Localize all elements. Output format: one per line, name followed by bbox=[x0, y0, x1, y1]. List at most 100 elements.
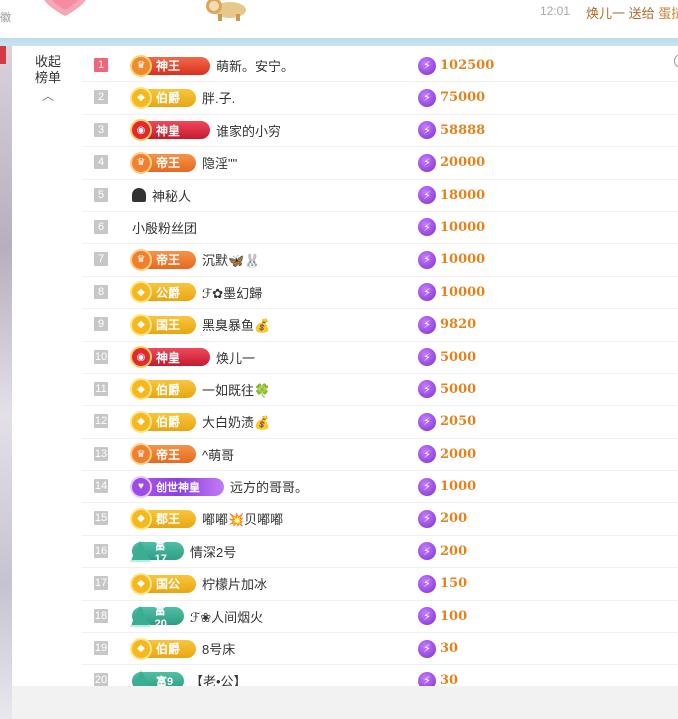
contribution-score: 5000 bbox=[440, 381, 477, 397]
contribution-score: 102500 bbox=[440, 58, 495, 73]
collapse-ranking-button[interactable]: 收起 榜单 ︿ bbox=[34, 54, 62, 104]
contribution-score: 200 bbox=[440, 543, 468, 559]
score-cell: ⚡ 150 bbox=[418, 568, 467, 599]
username[interactable]: 8号床 bbox=[202, 639, 235, 658]
user-info: ◆ 伯爵 大白奶渍💰 bbox=[130, 406, 270, 437]
rank-number: 2 bbox=[94, 90, 108, 105]
rank-number: 9 bbox=[94, 317, 108, 332]
ranking-row[interactable]: 12 ◆ 伯爵 大白奶渍💰 ⚡ 2050 bbox=[82, 406, 678, 439]
badge-label: 公爵 bbox=[156, 285, 181, 300]
username[interactable]: 嘟嘟💥贝嘟嘟 bbox=[202, 509, 283, 528]
username[interactable]: 情深2号 bbox=[190, 542, 236, 561]
level-badge: ♛ 帝王 bbox=[130, 248, 196, 271]
username[interactable]: 谁家的小穷 bbox=[216, 121, 281, 140]
score-cell: ⚡ 2000 bbox=[418, 439, 476, 470]
lightning-icon: ⚡ bbox=[418, 509, 436, 528]
mystery-person-icon bbox=[132, 188, 146, 203]
ranking-row[interactable]: 17 ◆ 国公 柠檬片加冰 ⚡ 150 bbox=[82, 568, 678, 601]
score-cell: ⚡ 9820 bbox=[418, 309, 476, 340]
ranking-row[interactable]: 1 ♛ 神王 萌新。安宁。 ⚡ 102500 bbox=[82, 50, 678, 83]
chevron-up-icon: ︿ bbox=[41, 89, 54, 103]
badge-emblem-icon bbox=[130, 605, 151, 628]
level-badge: ◆ 郡王 bbox=[130, 507, 196, 530]
user-info: ♛ 帝王 沉默🦋🐰 bbox=[130, 244, 260, 275]
user-info: ♛ 神王 萌新。安宁。 bbox=[130, 50, 294, 81]
header-divider bbox=[0, 38, 678, 46]
contribution-score: 20000 bbox=[440, 155, 486, 171]
username[interactable]: 焕儿一 bbox=[216, 348, 255, 367]
badge-emblem-icon: ◆ bbox=[130, 572, 152, 595]
ranking-row[interactable]: 11 ◆ 伯爵 一如既往🍀 ⚡ 5000 bbox=[82, 374, 678, 407]
ranking-row[interactable]: 16 富17 情深2号 ⚡ 200 bbox=[82, 536, 678, 569]
lightning-icon: ⚡ bbox=[418, 380, 436, 399]
username[interactable]: 远方的哥哥。 bbox=[230, 477, 308, 496]
lightning-icon: ⚡ bbox=[418, 218, 436, 237]
background-photo-strip bbox=[0, 46, 12, 719]
lightning-icon: ⚡ bbox=[418, 639, 436, 658]
ranking-row[interactable]: 5 神秘人 ⚡ 18000 bbox=[82, 180, 678, 212]
contribution-score: 10000 bbox=[440, 252, 486, 268]
score-cell: ⚡ 2050 bbox=[418, 406, 476, 437]
gift-sender[interactable]: 焕儿一 bbox=[586, 6, 625, 21]
lightning-icon: ⚡ bbox=[418, 574, 436, 593]
username[interactable]: 萌新。安宁。 bbox=[216, 56, 294, 75]
gift-receiver[interactable]: 蛋挞 bbox=[658, 6, 678, 21]
ranking-row[interactable]: 9 ◆ 国王 黑臭暴鱼💰 ⚡ 9820 bbox=[82, 309, 678, 342]
gift-message: 焕儿一 送给 蛋挞 bbox=[586, 3, 678, 22]
username[interactable]: ℱ✿墨幻歸 bbox=[202, 283, 262, 302]
side-marker bbox=[0, 46, 6, 64]
badge-emblem-icon: ◆ bbox=[130, 281, 152, 304]
rank-number: 10 bbox=[94, 349, 108, 364]
badge-emblem-icon: ♥ bbox=[130, 475, 152, 498]
lion-gift-icon bbox=[206, 0, 246, 21]
rank-number: 7 bbox=[94, 252, 108, 267]
username[interactable]: 大白奶渍💰 bbox=[202, 412, 270, 431]
ranking-row[interactable]: 8 ◆ 公爵 ℱ✿墨幻歸 ⚡ 10000 bbox=[82, 277, 678, 310]
username[interactable]: 小殷粉丝团 bbox=[132, 218, 197, 237]
username[interactable]: 胖.子. bbox=[202, 88, 235, 107]
ranking-row[interactable]: 18 富20 ℱ❀人间烟火 ⚡ 100 bbox=[82, 601, 678, 634]
rank-number: 4 bbox=[94, 155, 108, 170]
lightning-icon: ⚡ bbox=[418, 445, 436, 464]
username[interactable]: 神秘人 bbox=[152, 186, 191, 205]
collapse-label-line1: 收起 bbox=[34, 54, 61, 69]
contribution-score: 2050 bbox=[440, 414, 477, 430]
user-info: ◆ 伯爵 一如既往🍀 bbox=[130, 374, 270, 405]
badge-emblem-icon: ♛ bbox=[130, 54, 152, 77]
username[interactable]: 一如既往🍀 bbox=[202, 380, 270, 399]
ranking-row[interactable]: 15 ◆ 郡王 嘟嘟💥贝嘟嘟 ⚡ 200 bbox=[82, 503, 678, 536]
lightning-icon: ⚡ bbox=[418, 348, 436, 367]
ranking-row[interactable]: 10 ◉ 神皇 焕儿一 ⚡ 5000 bbox=[82, 342, 678, 374]
lightning-icon: ⚡ bbox=[418, 56, 436, 75]
username[interactable]: 柠檬片加冰 bbox=[202, 574, 267, 593]
score-cell: ⚡ 20000 bbox=[418, 147, 485, 178]
badge-emblem-icon: ◆ bbox=[130, 378, 152, 401]
user-info: ♛ 帝王 隐淫"" bbox=[130, 147, 237, 178]
username[interactable]: ^萌哥 bbox=[202, 445, 234, 464]
ranking-row[interactable]: 2 ◆ 伯爵 胖.子. ⚡ 75000 bbox=[82, 82, 678, 115]
ranking-row[interactable]: 4 ♛ 帝王 隐淫"" ⚡ 20000 bbox=[82, 147, 678, 180]
ranking-row[interactable]: 3 ◉ 神皇 谁家的小穷 ⚡ 58888 bbox=[82, 115, 678, 148]
rank-number: 12 bbox=[94, 414, 108, 429]
lightning-icon: ⚡ bbox=[418, 186, 436, 205]
score-cell: ⚡ 18000 bbox=[418, 180, 485, 211]
ranking-row[interactable]: 14 ♥ 创世神皇 远方的哥哥。 ⚡ 1000 bbox=[82, 471, 678, 504]
score-cell: ⚡ 1000 bbox=[418, 471, 476, 502]
message-time: 12:01 bbox=[540, 4, 571, 18]
ranking-row[interactable]: 7 ♛ 帝王 沉默🦋🐰 ⚡ 10000 bbox=[82, 244, 678, 277]
badge-label: 伯爵 bbox=[156, 415, 181, 430]
level-badge: ◉ 神皇 bbox=[130, 119, 210, 142]
ranking-row[interactable]: 13 ♛ 帝王 ^萌哥 ⚡ 2000 bbox=[82, 439, 678, 472]
username[interactable]: ℱ❀人间烟火 bbox=[190, 607, 263, 626]
ranking-row[interactable]: 6 小殷粉丝团 ⚡ 10000 bbox=[82, 212, 678, 245]
rank-number: 16 bbox=[94, 543, 108, 558]
badge-emblem-icon: ◆ bbox=[130, 86, 152, 109]
rank-number: 8 bbox=[94, 284, 108, 299]
contribution-score: 150 bbox=[440, 576, 468, 592]
username[interactable]: 隐淫"" bbox=[202, 153, 237, 172]
username[interactable]: 沉默🦋🐰 bbox=[202, 250, 260, 269]
ranking-row[interactable]: 19 ◆ 伯爵 8号床 ⚡ 30 bbox=[82, 633, 678, 666]
rank-number: 18 bbox=[94, 608, 108, 623]
username[interactable]: 黑臭暴鱼💰 bbox=[202, 315, 270, 334]
lightning-icon: ⚡ bbox=[418, 121, 436, 140]
